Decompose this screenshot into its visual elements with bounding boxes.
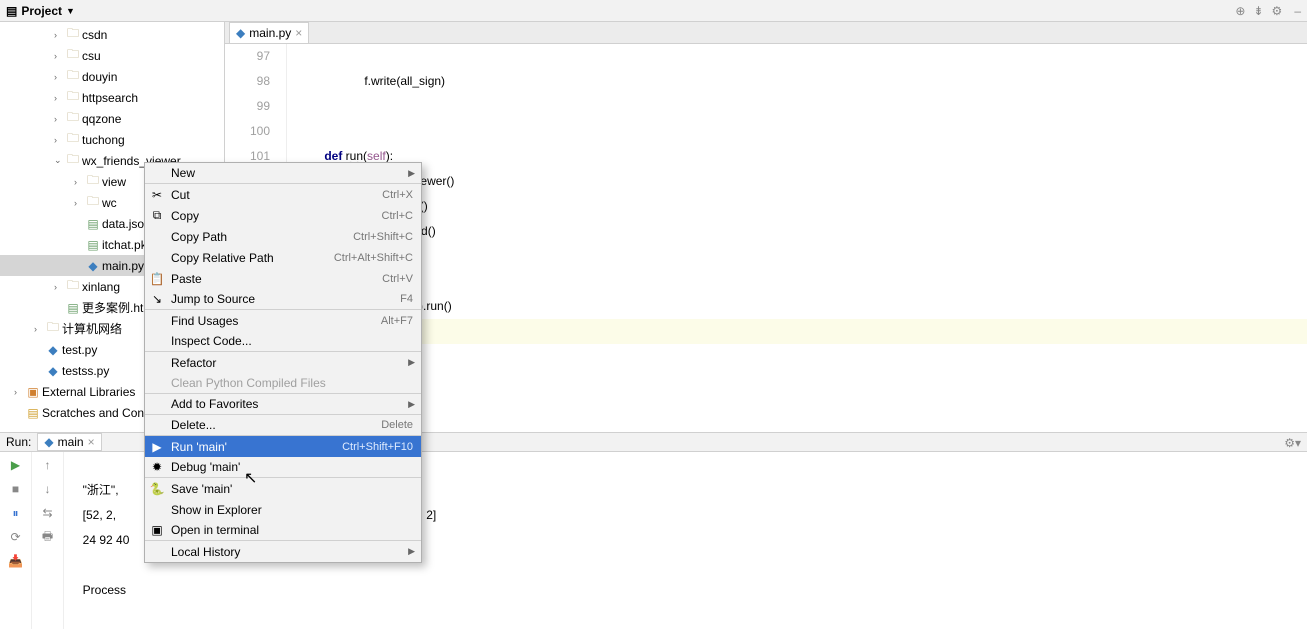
close-icon[interactable]: × xyxy=(88,435,95,449)
menu-item-label: Run 'main' xyxy=(171,440,227,454)
menu-item-label: Inspect Code... xyxy=(171,334,252,348)
hide-icon[interactable]: – xyxy=(1294,4,1301,18)
menu-debug-main[interactable]: ✹ Debug 'main' xyxy=(145,457,421,478)
menu-item-shortcut: Ctrl+V xyxy=(382,273,413,285)
python-file-icon: ◆ xyxy=(236,26,245,40)
menu-jump-to-source[interactable]: ↘ Jump to Source F4 xyxy=(145,289,421,310)
menu-new[interactable]: New ▶ xyxy=(145,163,421,184)
run-label: Run: xyxy=(6,435,31,449)
menu-item-shortcut: Alt+F7 xyxy=(381,315,413,327)
menu-add-to-favorites[interactable]: Add to Favorites ▶ xyxy=(145,394,421,415)
project-label: Project xyxy=(21,4,62,18)
menu-item-label: Delete... xyxy=(171,418,216,432)
run-settings-icon[interactable]: ⚙▾ xyxy=(1284,436,1301,450)
menu-item-label: Clean Python Compiled Files xyxy=(171,376,326,390)
menu-item-shortcut: F4 xyxy=(400,293,413,305)
pause-button[interactable]: ⏸ xyxy=(7,504,25,522)
tree-item-tuchong[interactable]: ›🗀tuchong xyxy=(0,129,224,150)
project-toolbar: ▤ Project ▼ ⊕ ⇟ ⚙ – xyxy=(0,0,1307,22)
menu-item-label: Jump to Source xyxy=(171,292,255,306)
chevron-right-icon: ▶ xyxy=(408,399,415,410)
menu-item-label: New xyxy=(171,166,195,180)
menu-item-icon: ▣ xyxy=(149,523,165,537)
menu-item-label: Save 'main' xyxy=(171,482,232,496)
rerun-button[interactable]: ▶ xyxy=(7,456,25,474)
menu-run-main[interactable]: ▶ Run 'main' Ctrl+Shift+F10 xyxy=(145,436,421,457)
menu-item-label: Paste xyxy=(171,272,202,286)
run-output-gutter: ↑ ↓ ⇆ 🖶 xyxy=(32,452,64,629)
menu-item-label: Refactor xyxy=(171,356,216,370)
menu-copy[interactable]: ⧉ Copy Ctrl+C xyxy=(145,205,421,226)
menu-item-icon: ⧉ xyxy=(149,208,165,223)
menu-item-icon: 🐍 xyxy=(149,482,165,496)
menu-item-label: Copy Relative Path xyxy=(171,251,274,265)
menu-refactor[interactable]: Refactor ▶ xyxy=(145,352,421,373)
menu-copy-relative-path[interactable]: Copy Relative Path Ctrl+Alt+Shift+C xyxy=(145,247,421,268)
run-tab-main[interactable]: ◆ main × xyxy=(37,433,101,451)
menu-item-shortcut: Ctrl+C xyxy=(382,210,413,222)
chevron-right-icon: ▶ xyxy=(408,168,415,179)
print-button[interactable]: 🖶 xyxy=(39,528,57,546)
menu-delete[interactable]: Delete... Delete xyxy=(145,415,421,436)
tree-item-csu[interactable]: ›🗀csu xyxy=(0,45,224,66)
tree-item-csdn[interactable]: ›🗀csdn xyxy=(0,24,224,45)
menu-item-label: Local History xyxy=(171,545,240,559)
up-button[interactable]: ↑ xyxy=(39,456,57,474)
menu-item-label: Open in terminal xyxy=(171,523,259,537)
chevron-right-icon: ▶ xyxy=(408,357,415,368)
project-icon: ▤ xyxy=(6,4,17,18)
menu-item-icon: ▶ xyxy=(149,440,165,454)
gear-icon[interactable]: ⚙ xyxy=(1272,4,1283,18)
down-button[interactable]: ↓ xyxy=(39,480,57,498)
wrap-button[interactable]: ⇆ xyxy=(39,504,57,522)
chevron-down-icon: ▼ xyxy=(66,6,75,16)
menu-cut[interactable]: ✂ Cut Ctrl+X xyxy=(145,184,421,205)
project-dropdown[interactable]: ▤ Project ▼ xyxy=(6,4,75,18)
editor-tabbar: ◆ main.py × xyxy=(225,22,1307,44)
menu-paste[interactable]: 📋 Paste Ctrl+V xyxy=(145,268,421,289)
menu-item-label: Find Usages xyxy=(171,314,238,328)
menu-item-label: Debug 'main' xyxy=(171,460,240,474)
context-menu: New ▶ ✂ Cut Ctrl+X ⧉ Copy Ctrl+C Copy Path Ctrl+S… xyxy=(144,162,422,563)
python-icon: ◆ xyxy=(44,435,53,449)
menu-copy-path[interactable]: Copy Path Ctrl+Shift+C xyxy=(145,226,421,247)
stop-button[interactable]: ■ xyxy=(7,480,25,498)
menu-item-shortcut: Delete xyxy=(381,419,413,431)
menu-item-label: Copy Path xyxy=(171,230,227,244)
tree-item-qqzone[interactable]: ›🗀qqzone xyxy=(0,108,224,129)
menu-inspect-code[interactable]: Inspect Code... xyxy=(145,331,421,352)
chevron-right-icon: ▶ xyxy=(408,546,415,557)
menu-clean-python-compiled-files: Clean Python Compiled Files xyxy=(145,373,421,394)
menu-open-in-terminal[interactable]: ▣ Open in terminal xyxy=(145,520,421,541)
menu-find-usages[interactable]: Find Usages Alt+F7 xyxy=(145,310,421,331)
menu-save-main[interactable]: 🐍 Save 'main' xyxy=(145,478,421,499)
menu-item-shortcut: Ctrl+Shift+C xyxy=(353,231,413,243)
tab-filename: main.py xyxy=(249,26,291,40)
menu-item-icon: 📋 xyxy=(149,272,165,286)
menu-item-label: Cut xyxy=(171,188,190,202)
editor-tab-main[interactable]: ◆ main.py × xyxy=(229,22,309,43)
menu-local-history[interactable]: Local History ▶ xyxy=(145,541,421,562)
tree-item-douyin[interactable]: ›🗀douyin xyxy=(0,66,224,87)
menu-item-shortcut: Ctrl+Alt+Shift+C xyxy=(334,252,413,264)
collapse-icon[interactable]: ⇟ xyxy=(1253,4,1263,18)
close-icon[interactable]: × xyxy=(295,26,302,40)
menu-item-shortcut: Ctrl+Shift+F10 xyxy=(342,441,413,453)
menu-item-icon: ✂ xyxy=(149,188,165,202)
run-action-gutter: ▶ ■ ⏸ ⟳ 📥 xyxy=(0,452,32,629)
menu-item-label: Add to Favorites xyxy=(171,397,258,411)
menu-item-shortcut: Ctrl+X xyxy=(382,189,413,201)
menu-item-icon: ↘ xyxy=(149,292,165,306)
tree-item-httpsearch[interactable]: ›🗀httpsearch xyxy=(0,87,224,108)
menu-show-in-explorer[interactable]: Show in Explorer xyxy=(145,499,421,520)
code-content[interactable]: f.write(all_sign) def run(self): self.pr… xyxy=(287,44,1307,432)
trash-button[interactable]: 📥 xyxy=(7,552,25,570)
menu-item-label: Show in Explorer xyxy=(171,503,262,517)
menu-item-icon: ✹ xyxy=(149,460,165,474)
target-icon[interactable]: ⊕ xyxy=(1235,4,1245,18)
restart-button[interactable]: ⟳ xyxy=(7,528,25,546)
menu-item-label: Copy xyxy=(171,209,199,223)
